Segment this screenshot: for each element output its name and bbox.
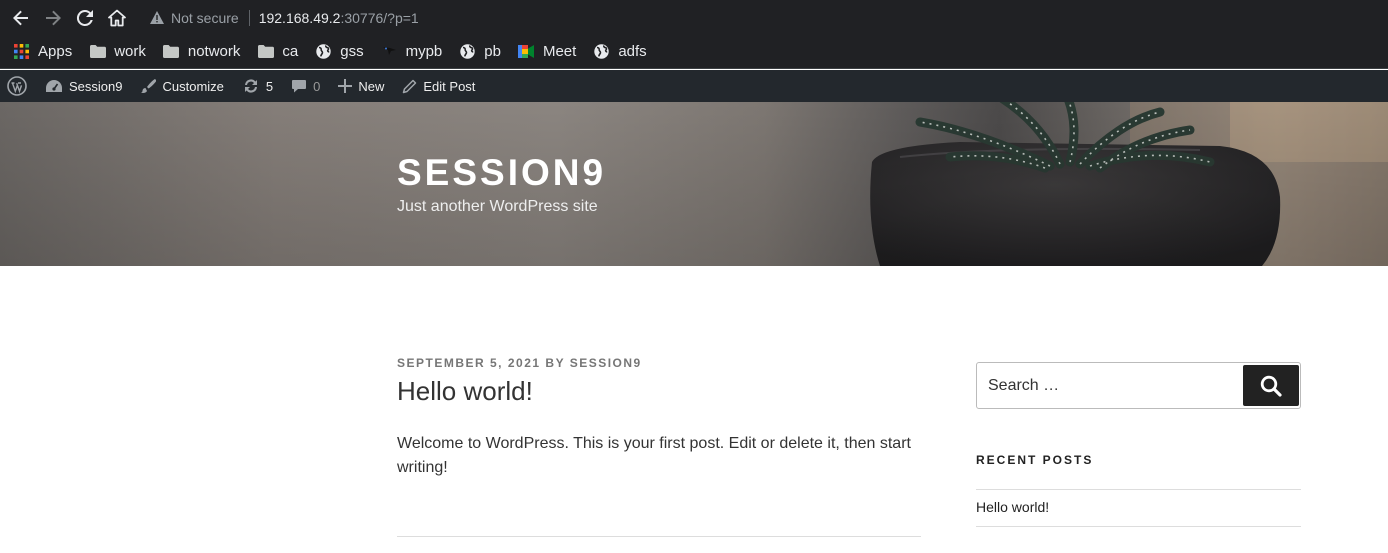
wp-admin-bar: Session9 Customize 5 0 New Edit Post — [0, 70, 1388, 102]
post-divider — [397, 536, 921, 537]
folder-icon — [257, 43, 274, 60]
comment-bubble-icon — [291, 78, 307, 94]
comments-count: 0 — [313, 78, 321, 94]
omnibox-separator — [248, 9, 250, 26]
search-icon — [1260, 375, 1282, 397]
site-title[interactable]: SESSION9 — [397, 152, 606, 194]
back-arrow-icon — [13, 10, 28, 25]
post-author[interactable]: SESSION9 — [570, 356, 642, 370]
recent-posts-divider-bottom — [976, 526, 1301, 527]
browser-toolbar: Not secure 192.168.49.2:30776/?p=1 — [0, 0, 1388, 35]
site-name-menu[interactable]: Session9 — [36, 70, 131, 102]
bookmark-pb[interactable]: pb — [459, 38, 501, 66]
back-button[interactable] — [5, 2, 37, 34]
search-input[interactable] — [977, 363, 1242, 408]
reload-icon — [76, 9, 93, 26]
bookmark-gss[interactable]: gss — [315, 38, 364, 66]
address-bar[interactable]: Not secure 192.168.49.2:30776/?p=1 — [140, 3, 1380, 32]
globe-icon — [315, 43, 332, 60]
search-form — [976, 362, 1301, 409]
bookmark-label: mypb — [405, 43, 443, 60]
dashboard-icon — [45, 79, 63, 93]
post-title[interactable]: Hello world! — [397, 376, 533, 407]
customize-link[interactable]: Customize — [131, 70, 232, 102]
recent-posts-title: RECENT POSTS — [976, 453, 1094, 467]
bookmark-work[interactable]: work — [89, 38, 146, 66]
url-path[interactable]: :30776/?p=1 — [340, 10, 418, 26]
bookmarks-bar: Apps work notwork ca gss mypb pb Meet ad… — [0, 35, 1388, 69]
bookmark-label: work — [114, 43, 146, 60]
new-label: New — [358, 78, 385, 94]
bird-icon — [381, 43, 398, 60]
post-date[interactable]: SEPTEMBER 5, 2021 — [397, 356, 541, 370]
updates-link[interactable]: 5 — [233, 70, 282, 102]
brush-icon — [140, 78, 157, 94]
globe-icon — [459, 43, 476, 60]
comments-link[interactable]: 0 — [282, 70, 329, 102]
folder-icon — [163, 43, 180, 60]
security-label[interactable]: Not secure — [171, 10, 239, 26]
bookmark-ca[interactable]: ca — [257, 38, 298, 66]
reload-button[interactable] — [69, 2, 101, 34]
updates-icon — [242, 78, 260, 94]
wp-logo-menu[interactable] — [0, 70, 36, 102]
bookmark-label: Apps — [38, 43, 73, 60]
apps-grid-icon — [13, 43, 30, 60]
pencil-icon — [402, 79, 417, 94]
updates-count: 5 — [265, 78, 274, 94]
meet-icon — [518, 43, 535, 60]
header-plant-image — [0, 102, 1388, 266]
new-content-menu[interactable]: New — [329, 70, 393, 102]
site-description: Just another WordPress site — [397, 198, 598, 215]
recent-posts-divider-top — [976, 489, 1301, 490]
home-button[interactable] — [101, 2, 133, 34]
recent-post-link[interactable]: Hello world! — [976, 499, 1049, 515]
warning-icon[interactable] — [150, 11, 164, 24]
bookmark-mypb[interactable]: mypb — [381, 38, 443, 66]
search-button[interactable] — [1243, 365, 1299, 406]
post-meta: SEPTEMBER 5, 2021 BY SESSION9 — [397, 356, 642, 370]
forward-arrow-icon — [46, 10, 61, 25]
forward-button[interactable] — [37, 2, 69, 34]
edit-post-label: Edit Post — [423, 78, 476, 94]
folder-icon — [89, 43, 106, 60]
edit-post-link[interactable]: Edit Post — [393, 70, 484, 102]
globe-icon — [593, 43, 610, 60]
site-header: SESSION9 Just another WordPress site — [0, 102, 1388, 266]
bookmark-adfs[interactable]: adfs — [593, 38, 647, 66]
bookmark-notwork[interactable]: notwork — [163, 38, 241, 66]
bookmark-label: Meet — [542, 43, 577, 60]
bookmark-meet[interactable]: Meet — [518, 38, 576, 66]
bookmark-apps[interactable]: Apps — [13, 38, 72, 66]
post-by: BY — [545, 356, 565, 370]
home-icon — [108, 9, 126, 26]
wordpress-logo-icon — [7, 76, 27, 96]
bookmark-label: notwork — [187, 43, 241, 60]
site-name-label: Session9 — [69, 78, 123, 94]
bookmark-label: adfs — [618, 43, 647, 60]
bookmark-label: pb — [484, 43, 501, 60]
bookmark-label: gss — [340, 43, 364, 60]
customize-label: Customize — [162, 78, 224, 94]
url-host[interactable]: 192.168.49.2 — [259, 10, 341, 26]
bookmark-label: ca — [282, 43, 299, 60]
plus-icon — [338, 79, 353, 93]
post-body: Welcome to WordPress. This is your first… — [397, 435, 911, 476]
